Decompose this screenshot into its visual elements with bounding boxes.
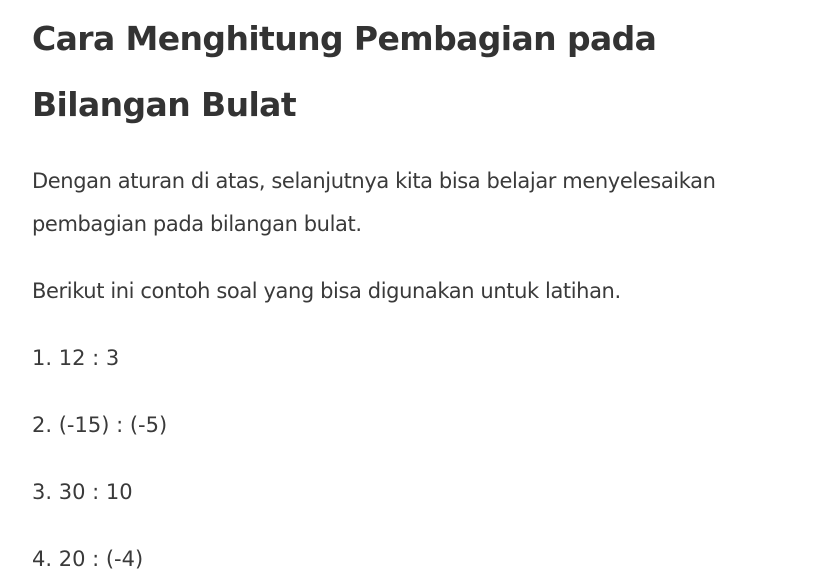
practice-intro-paragraph: Berikut ini contoh soal yang bisa diguna…: [32, 279, 621, 303]
practice-problem-4: 4. 20 : (-4): [32, 547, 144, 571]
intro-paragraph: Dengan aturan di atas, selanjutnya kita …: [32, 169, 716, 236]
article-content: Cara Menghitung Pembagian pada Bilangan …: [32, 0, 822, 581]
practice-problem-2: 2. (-15) : (-5): [32, 413, 168, 437]
practice-problem-1: 1. 12 : 3: [32, 346, 120, 370]
article-heading: Cara Menghitung Pembagian pada Bilangan …: [32, 19, 657, 124]
practice-problem-3: 3. 30 : 10: [32, 480, 133, 504]
